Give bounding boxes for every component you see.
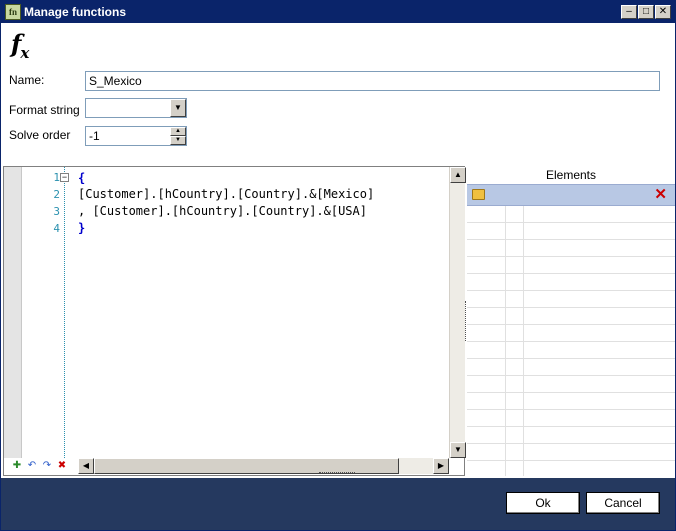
function-icon: fx	[11, 29, 29, 62]
format-string-label: Format string	[9, 103, 80, 117]
line-number: 2	[53, 188, 60, 201]
grid-row[interactable]	[467, 427, 675, 444]
editor-margin	[4, 167, 22, 458]
grid-row[interactable]	[467, 444, 675, 461]
line-number: 4	[53, 222, 60, 235]
grid-row[interactable]	[467, 376, 675, 393]
editor-toolbar: ✚ ↶ ↷ ✖	[8, 458, 78, 475]
name-label: Name:	[9, 73, 45, 87]
grid-row[interactable]	[467, 325, 675, 342]
fx-app-icon: fn	[5, 4, 21, 20]
scroll-up-icon[interactable]: ▲	[450, 167, 466, 183]
solve-order-stepper[interactable]: -1 ▲ ▼	[85, 126, 187, 146]
manage-functions-window: fn Manage functions – □ ✕ fx Name: S_Mex…	[0, 0, 676, 531]
undo-icon[interactable]: ↶	[25, 459, 39, 473]
grid-row[interactable]	[467, 393, 675, 410]
grid-row[interactable]	[467, 308, 675, 325]
name-input[interactable]: S_Mexico	[85, 71, 660, 91]
line-number: 1	[53, 171, 60, 184]
grid-row[interactable]	[467, 410, 675, 427]
add-icon[interactable]: ✚	[10, 459, 24, 473]
code-line[interactable]: [Customer].[hCountry].[Country].&[Mexico…	[78, 187, 374, 201]
grid-row[interactable]	[467, 223, 675, 240]
elements-toolbar: ✕	[467, 184, 675, 206]
code-line[interactable]: , [Customer].[hCountry].[Country].&[USA]	[78, 204, 367, 218]
scroll-left-icon[interactable]: ◀	[78, 458, 94, 474]
cancel-button[interactable]: Cancel	[586, 492, 660, 514]
scroll-right-icon[interactable]: ▶	[433, 458, 449, 474]
horizontal-splitter[interactable]	[319, 472, 355, 475]
elements-panel: Elements ✕	[467, 166, 675, 476]
format-string-select[interactable]: ▼	[85, 98, 187, 118]
code-line[interactable]: {	[78, 171, 85, 185]
code-line[interactable]: }	[78, 221, 85, 235]
delete-icon[interactable]: ✕	[654, 186, 667, 204]
elements-grid[interactable]	[467, 206, 675, 476]
close-button[interactable]: ✕	[655, 5, 671, 19]
grid-row[interactable]	[467, 274, 675, 291]
chevron-down-icon[interactable]: ▼	[170, 99, 186, 117]
dialog-footer: Ok Cancel	[1, 478, 675, 530]
collapse-icon[interactable]: −	[60, 173, 69, 182]
ok-button[interactable]: Ok	[506, 492, 580, 514]
folder-icon[interactable]	[472, 189, 485, 200]
line-numbers: 1 2 3 4	[22, 167, 62, 458]
fold-guide	[64, 167, 65, 458]
solve-order-label: Solve order	[9, 128, 71, 142]
grid-row[interactable]	[467, 359, 675, 376]
horizontal-scrollbar[interactable]: ◀ ▶	[78, 458, 449, 474]
spin-up-icon[interactable]: ▲	[170, 127, 186, 136]
minimize-button[interactable]: –	[621, 5, 637, 19]
name-value: S_Mexico	[89, 74, 142, 88]
spin-down-icon[interactable]: ▼	[170, 136, 186, 145]
vertical-scrollbar[interactable]: ▲ ▼	[449, 167, 466, 458]
solve-order-value: -1	[89, 129, 100, 143]
grid-row[interactable]	[467, 240, 675, 257]
grid-row[interactable]	[467, 206, 675, 223]
window-title: Manage functions	[24, 5, 127, 19]
delete-icon[interactable]: ✖	[55, 459, 69, 473]
redo-icon[interactable]: ↷	[40, 459, 54, 473]
elements-header: Elements	[545, 168, 597, 182]
title-bar[interactable]: fn Manage functions – □ ✕	[1, 1, 675, 23]
grid-row[interactable]	[467, 342, 675, 359]
grid-row[interactable]	[467, 257, 675, 274]
line-number: 3	[53, 205, 60, 218]
grid-row[interactable]	[467, 291, 675, 308]
scroll-down-icon[interactable]: ▼	[450, 442, 466, 458]
code-editor[interactable]: 1 2 3 4 − { [Customer].[hCountry].[Count…	[3, 166, 466, 476]
maximize-button[interactable]: □	[638, 5, 654, 19]
